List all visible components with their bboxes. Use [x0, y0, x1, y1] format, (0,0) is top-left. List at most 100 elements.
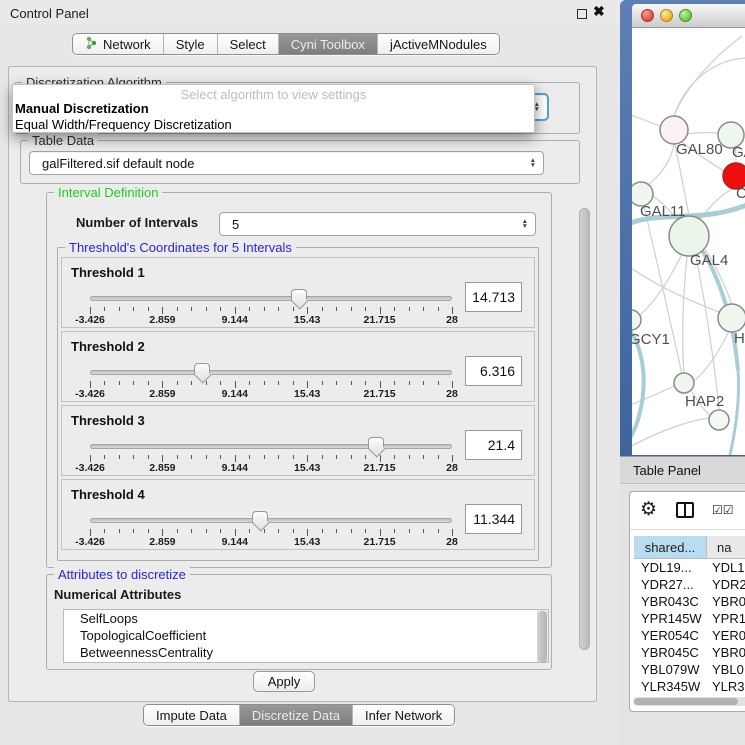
tick-label: -3.426	[75, 536, 105, 548]
tab-network[interactable]: Network	[73, 34, 164, 54]
tick-mark	[351, 307, 352, 311]
slider-thumb[interactable]	[252, 511, 268, 522]
checkbox-filter-icons[interactable]: ☑☑	[712, 503, 734, 517]
float-panel-icon[interactable]	[577, 9, 587, 19]
threshold-panel-threshold-1: Threshold 1-3.4262.8599.14415.4321.71528…	[61, 257, 535, 328]
network-edge[interactable]	[632, 114, 660, 126]
panel-scrollbar[interactable]	[579, 200, 590, 670]
tab-jactivemnodules[interactable]: jActiveMNodules	[378, 34, 499, 54]
numerical-attributes-label: Numerical Attributes	[54, 587, 181, 602]
network-edge[interactable]	[674, 58, 745, 116]
threshold-value-field[interactable]: 14.713	[465, 282, 522, 312]
attributes-listbox[interactable]: SelfLoopsTopologicalCoefficientBetweenne…	[63, 609, 549, 663]
attributes-scrollbar[interactable]	[537, 610, 548, 662]
list-item-betweennesscentrality[interactable]: BetweennessCentrality	[64, 644, 548, 661]
tab-discretize-data[interactable]: Discretize Data	[240, 705, 353, 725]
network-edge[interactable]	[687, 133, 720, 135]
network-node-hap2[interactable]	[674, 373, 694, 393]
network-edge-highlighted[interactable]	[730, 370, 739, 455]
network-node[interactable]	[709, 410, 729, 430]
tab-cyni-toolbox[interactable]: Cyni Toolbox	[279, 34, 378, 54]
tab-select[interactable]: Select	[218, 34, 279, 54]
tick-label: 2.859	[149, 314, 175, 326]
table-row[interactable]: YBL079WYBL0	[634, 661, 745, 678]
close-icon[interactable]: ✖	[593, 3, 605, 20]
tick-mark	[191, 307, 192, 311]
tick-mark	[90, 529, 91, 536]
apply-button[interactable]: Apply	[253, 671, 315, 692]
threshold-value-field[interactable]: 11.344	[465, 504, 522, 534]
tab-infer-network[interactable]: Infer Network	[353, 705, 454, 725]
list-item-selfloops[interactable]: SelfLoops	[64, 610, 548, 627]
tick-label: 2.859	[149, 462, 175, 474]
network-node-gal4[interactable]	[669, 216, 709, 256]
network-edge[interactable]	[632, 385, 676, 406]
app-root: Control Panel ✖ NetworkStyleSelectCyni T…	[0, 0, 745, 745]
list-item-topologicalcoefficient[interactable]: TopologicalCoefficient	[64, 627, 548, 644]
threshold-list: Threshold 1-3.4262.8599.14415.4321.71528…	[61, 257, 535, 553]
node-label: GAL11	[640, 203, 686, 220]
slider-track[interactable]	[90, 370, 452, 375]
network-edge[interactable]	[632, 418, 710, 448]
table-row[interactable]: YER054CYER0	[634, 627, 745, 644]
network-canvas[interactable]: GAL80GACGAL11GAL4GCY1HAHAP2	[632, 28, 745, 455]
slider-track[interactable]	[90, 296, 452, 301]
tick-mark	[423, 307, 424, 311]
number-of-intervals-label: Number of Intervals	[76, 215, 198, 230]
network-window-titlebar[interactable]	[632, 4, 745, 28]
scrollbar-thumb[interactable]	[579, 208, 590, 650]
network-edge[interactable]	[644, 144, 674, 188]
tick-mark	[365, 307, 366, 311]
network-node-ha[interactable]	[718, 304, 745, 332]
network-node-gcy1[interactable]	[632, 310, 641, 330]
tick-mark	[191, 455, 192, 459]
cell-shared-name: YBR043C	[634, 593, 707, 610]
tick-mark	[235, 381, 236, 388]
table-data-combobox[interactable]: galFiltered.sif default node ▲▼	[29, 151, 544, 175]
table-row[interactable]: YBR043CYBR0	[634, 593, 745, 610]
network-node-gal80[interactable]	[660, 116, 688, 144]
tick-mark	[162, 381, 163, 388]
tick-mark	[365, 381, 366, 385]
column-header-shared[interactable]: shared...	[634, 536, 707, 558]
scrollbar-thumb[interactable]	[538, 611, 547, 663]
tab-label: Discretize Data	[252, 708, 340, 723]
table-row[interactable]: YPR145WYPR1	[634, 610, 745, 627]
tick-mark	[104, 381, 105, 385]
tick-mark	[264, 455, 265, 459]
table-row[interactable]: YDR27...YDR2	[634, 576, 745, 593]
threshold-value-field[interactable]: 21.4	[465, 430, 522, 460]
table-row[interactable]: YDL19...YDL1	[634, 559, 745, 576]
tick-label: 21.715	[364, 314, 396, 326]
zoom-traffic-light[interactable]	[679, 9, 692, 22]
scrollbar-thumb[interactable]	[634, 698, 738, 705]
table-hscrollbar[interactable]	[633, 697, 745, 706]
slider-thumb[interactable]	[368, 437, 384, 448]
table-row[interactable]: YBR045CYBR0	[634, 644, 745, 661]
close-traffic-light[interactable]	[641, 9, 654, 22]
table-panel-area: ⚙ ☑☑ shared... na YDL19...YDL1YDR27...YD…	[620, 485, 745, 745]
column-header-name[interactable]: na	[707, 536, 745, 558]
table-rows: YDL19...YDL1YDR27...YDR2YBR043CYBR0YPR14…	[634, 559, 745, 693]
columns-icon[interactable]	[676, 502, 694, 518]
table-row[interactable]: YLR345WYLR3	[634, 678, 745, 693]
dropdown-option-equal-width-frequency-discretization[interactable]: Equal Width/Frequency Discretization	[13, 116, 534, 132]
minimize-traffic-light[interactable]	[660, 9, 673, 22]
gear-icon[interactable]: ⚙	[640, 499, 657, 521]
network-edge[interactable]	[683, 256, 687, 374]
tab-style[interactable]: Style	[164, 34, 218, 54]
stepper-icon: ▲▼	[530, 158, 536, 168]
threshold-value-field[interactable]: 6.316	[465, 356, 522, 386]
slider-thumb[interactable]	[194, 363, 210, 374]
network-edge[interactable]	[636, 254, 682, 318]
slider-thumb[interactable]	[291, 289, 307, 300]
dropdown-option-manual-discretization[interactable]: Manual Discretization	[13, 100, 534, 116]
number-of-intervals-combobox[interactable]: 5 ▲▼	[219, 212, 536, 236]
slider-track[interactable]	[90, 518, 452, 523]
dropdown-options: Manual DiscretizationEqual Width/Frequen…	[13, 100, 534, 132]
network-edge[interactable]	[674, 36, 742, 116]
slider-track[interactable]	[90, 444, 452, 449]
tick-mark	[336, 307, 337, 311]
tab-impute-data[interactable]: Impute Data	[144, 705, 240, 725]
tick-mark	[380, 381, 381, 388]
